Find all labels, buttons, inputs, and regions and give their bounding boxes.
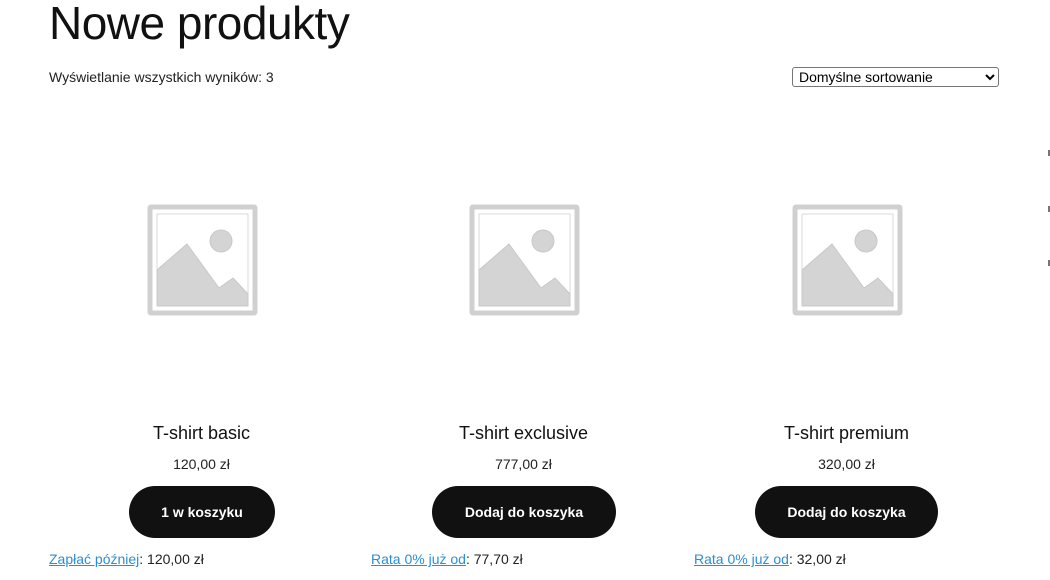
product-title[interactable]: T-shirt exclusive [362,421,685,445]
installment-link[interactable]: Rata 0% już od [694,551,789,567]
installment-link[interactable]: Rata 0% już od [371,551,466,567]
add-to-cart-button[interactable]: Dodaj do koszyka [755,486,938,538]
sort-select[interactable]: Domyślne sortowanie [792,67,999,87]
product-card: T-shirt basic 120,00 zł 1 w koszyku Zapł… [40,150,363,580]
placeholder-image-icon[interactable] [792,204,903,316]
payment-amount: : 120,00 zł [139,551,204,567]
shop-page: Nowe produkty Wyświetlanie wszystkich wy… [0,0,1050,580]
payment-info: Rata 0% już od: 77,70 zł [371,550,523,568]
payment-info: Zapłać później: 120,00 zł [49,550,204,568]
product-title[interactable]: T-shirt basic [40,421,363,445]
in-cart-button[interactable]: 1 w koszyku [129,486,275,538]
payment-info: Rata 0% już od: 32,00 zł [694,550,846,568]
product-title[interactable]: T-shirt premium [685,421,1008,445]
payment-amount: : 32,00 zł [788,551,846,567]
product-price: 777,00 zł [495,456,552,472]
product-price: 120,00 zł [173,456,230,472]
placeholder-image-icon[interactable] [147,204,258,316]
page-title: Nowe produkty [49,0,350,49]
product-card: T-shirt exclusive 777,00 zł Dodaj do kos… [362,150,685,580]
product-grid: T-shirt basic 120,00 zł 1 w koszyku Zapł… [40,150,1010,580]
result-count: Wyświetlanie wszystkich wyników: 3 [49,69,274,85]
placeholder-image-icon[interactable] [469,204,580,316]
product-price: 320,00 zł [818,456,875,472]
product-card: T-shirt premium 320,00 zł Dodaj do koszy… [685,150,1008,580]
pay-later-link[interactable]: Zapłać później [49,551,139,567]
add-to-cart-button[interactable]: Dodaj do koszyka [432,486,616,538]
payment-amount: : 77,70 zł [465,551,523,567]
